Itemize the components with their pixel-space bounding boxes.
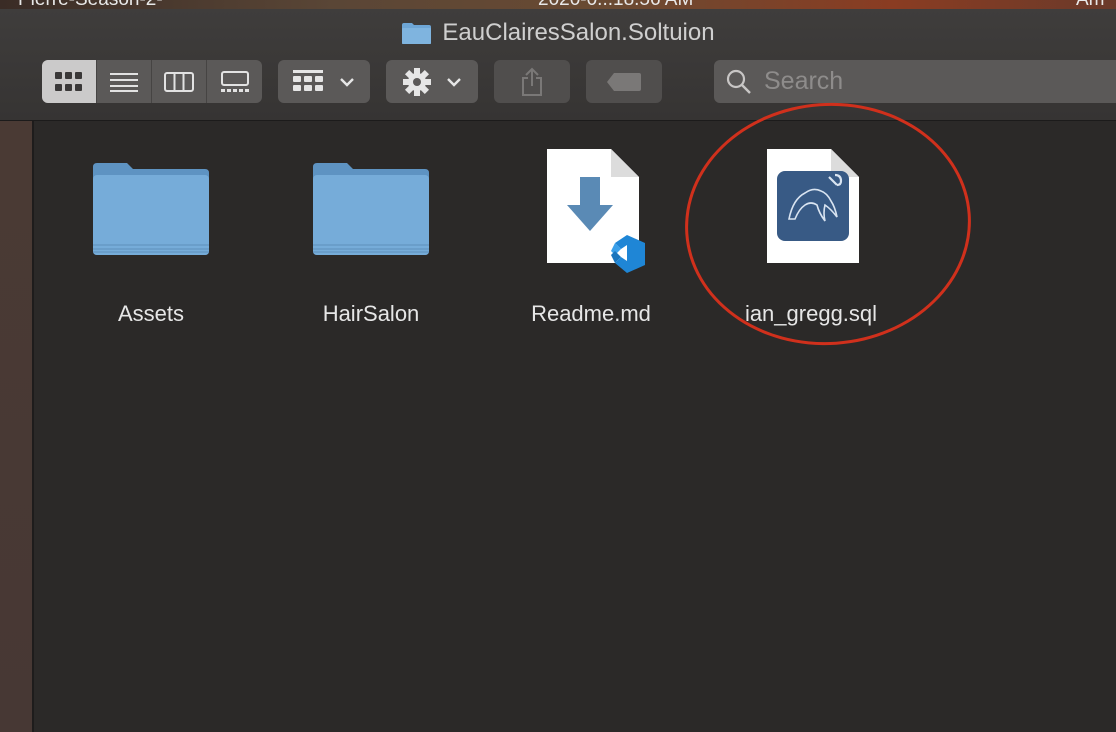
search-input[interactable] (762, 66, 1066, 97)
window-title: EauClairesSalon.Soltuion (0, 19, 1116, 47)
action-menu-button[interactable] (386, 60, 478, 103)
view-mode-control (42, 60, 262, 103)
folder-icon (402, 22, 432, 44)
columns-icon (164, 71, 194, 92)
desktop-fragment-center: 2020-0...18.56 AM (538, 0, 693, 9)
icon-view-button[interactable] (42, 60, 97, 103)
chevron-down-icon (447, 77, 461, 87)
file-item-assets[interactable]: Assets (41, 141, 261, 327)
markdown-file-icon (547, 149, 645, 273)
folder-icon (93, 163, 209, 255)
folder-icon (313, 163, 429, 255)
gear-icon (403, 67, 431, 96)
file-item-readme[interactable]: Readme.md (481, 141, 701, 327)
file-label: Assets (117, 301, 185, 326)
desktop-fragment-right: Am (1076, 0, 1105, 9)
share-button[interactable] (494, 60, 570, 103)
desktop-fragment-left: Pierre-Season-2- (18, 0, 163, 9)
tags-button[interactable] (586, 60, 662, 103)
file-label: HairSalon (322, 301, 420, 326)
finder-window: EauClairesSalon.Soltuion Search Assets H… (0, 9, 1116, 732)
grid-icon (55, 71, 82, 91)
share-icon (522, 67, 542, 96)
group-by-button[interactable] (278, 60, 370, 103)
column-view-button[interactable] (152, 60, 207, 103)
gallery-icon (220, 70, 249, 92)
search-field[interactable] (714, 60, 1116, 103)
sidebar-edge (0, 121, 34, 732)
finder-toolbar: EauClairesSalon.Soltuion (0, 9, 1116, 121)
window-title-text: EauClairesSalon.Soltuion (442, 19, 715, 46)
gallery-view-button[interactable] (207, 60, 262, 103)
group-grid-icon (293, 69, 323, 91)
desktop-background: Pierre-Season-2- 2020-0...18.56 AM Am (0, 0, 1116, 9)
chevron-down-icon (340, 77, 354, 87)
tag-icon (607, 72, 641, 91)
file-label: Readme.md (531, 301, 651, 326)
file-item-hairsalon[interactable]: HairSalon (261, 141, 481, 327)
list-view-button[interactable] (97, 60, 152, 103)
list-icon (110, 72, 138, 92)
search-icon (726, 69, 751, 94)
